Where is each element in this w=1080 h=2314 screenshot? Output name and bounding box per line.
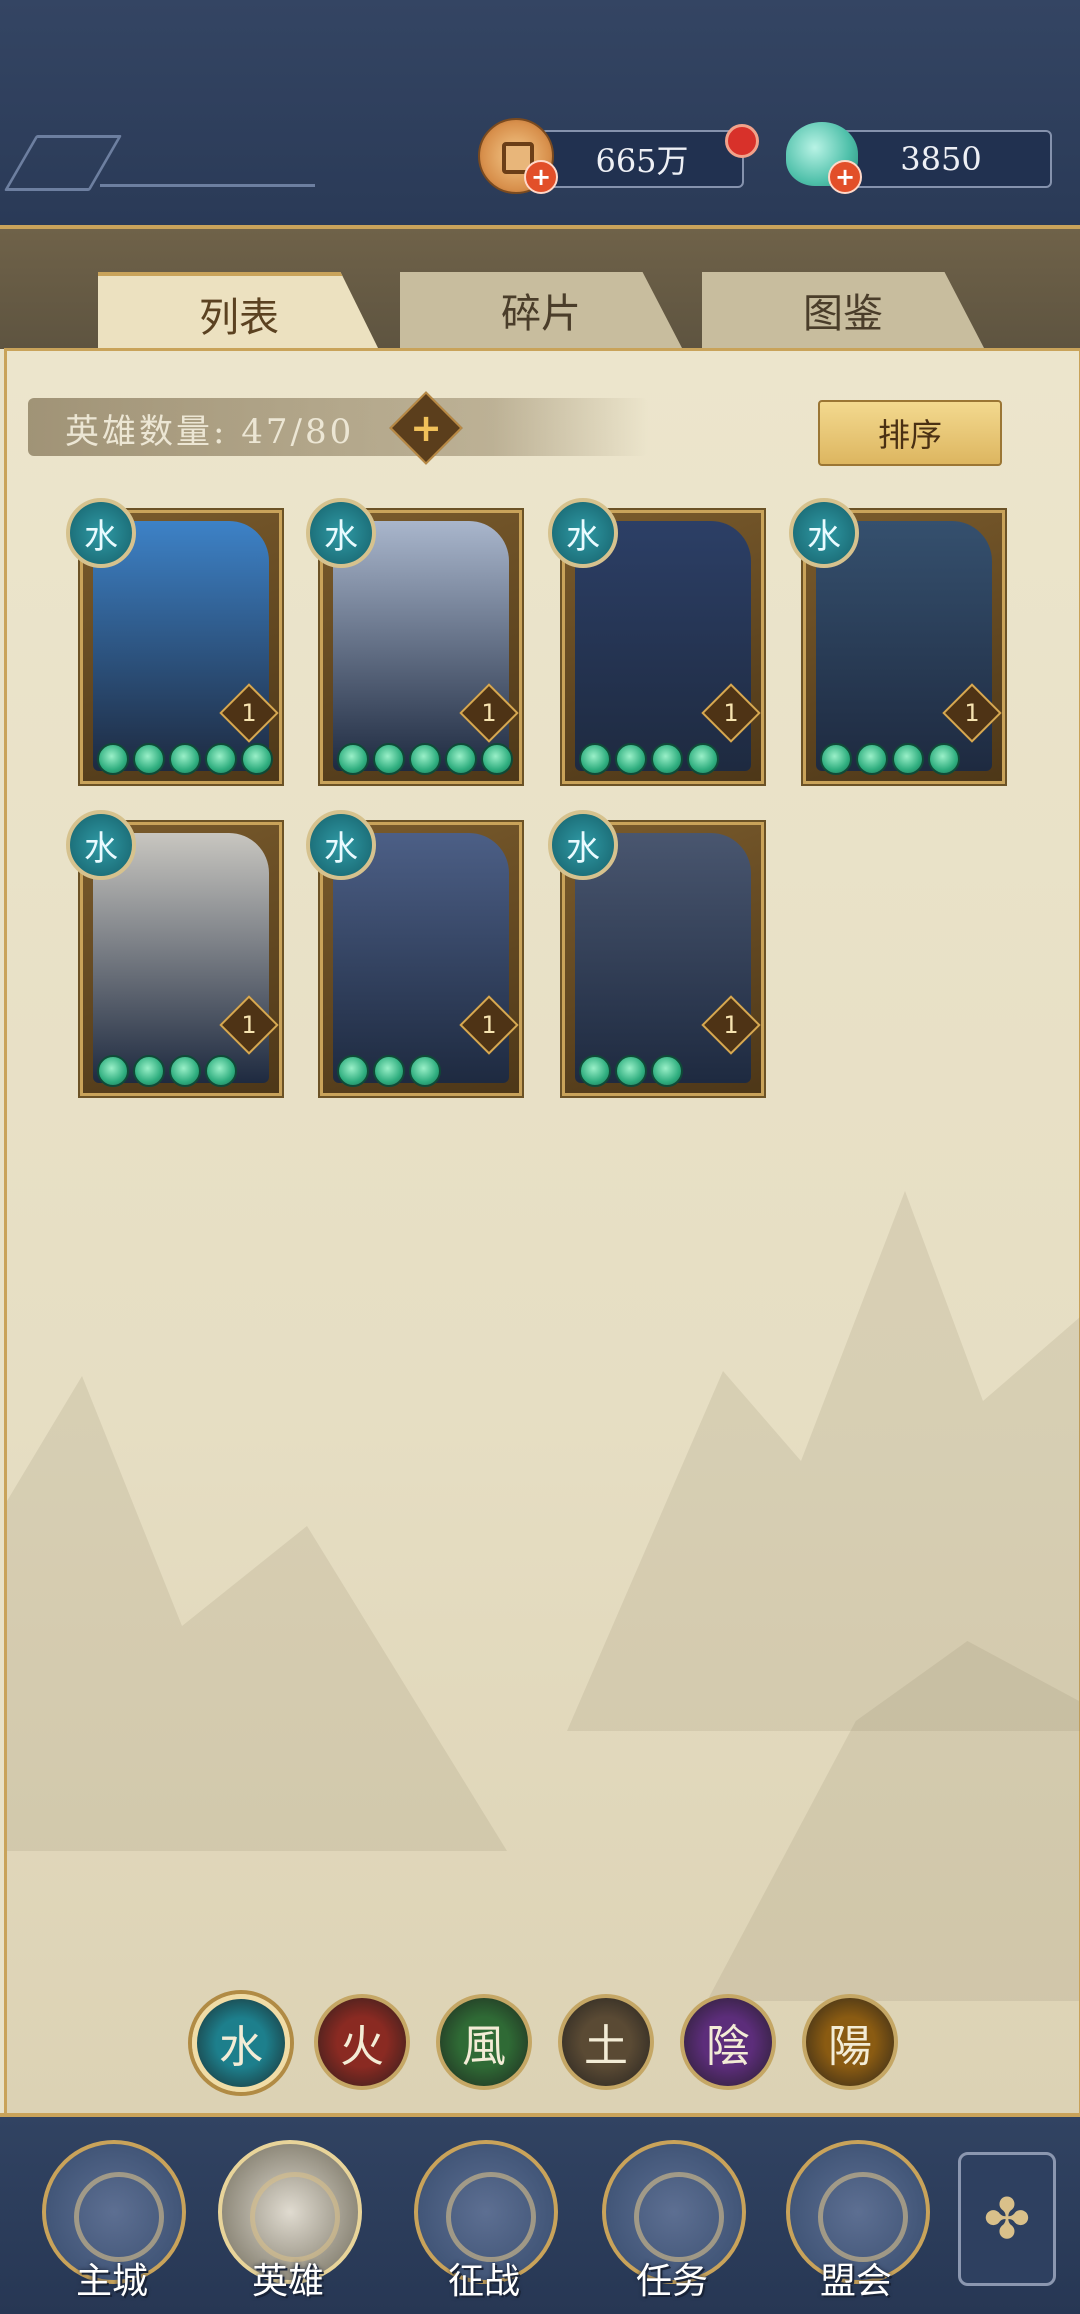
- star-icon: [892, 743, 924, 775]
- tab-collection[interactable]: 图鉴: [702, 272, 984, 348]
- star-icon: [373, 743, 405, 775]
- nav-label: 任务: [635, 2261, 708, 2302]
- hero-count: 英雄数量: 47/80: [65, 404, 354, 453]
- add-coins-button[interactable]: +: [524, 160, 558, 194]
- tab-list-label: 列表: [199, 295, 279, 341]
- nav-label: 盟会: [819, 2261, 892, 2302]
- nav-alliance-pavilion[interactable]: 盟会: [786, 2140, 930, 2302]
- star-icon: [445, 743, 477, 775]
- star-icon: [651, 743, 683, 775]
- hero-level: 1: [481, 1011, 497, 1039]
- top-bar: 665万 + 3850 +: [0, 0, 1080, 229]
- element-filter-3[interactable]: 風: [436, 1994, 532, 2090]
- star-icon: [97, 1055, 129, 1087]
- hero-count-value: 47/80: [241, 412, 355, 452]
- nav-city-gate[interactable]: 主城: [42, 2140, 186, 2302]
- star-icon: [820, 743, 852, 775]
- water-element-icon: 水: [66, 498, 136, 568]
- notification-dot: [725, 124, 759, 158]
- nav-label: 征战: [447, 2261, 520, 2302]
- star-rating: [579, 1055, 683, 1087]
- ornament-line: [100, 184, 315, 187]
- star-icon: [928, 743, 960, 775]
- star-rating: [579, 743, 719, 775]
- element-filter-1[interactable]: 水: [192, 1994, 290, 2092]
- star-icon: [133, 1055, 165, 1087]
- coins-display[interactable]: 665万: [540, 130, 744, 188]
- tab-list[interactable]: 列表: [98, 272, 380, 352]
- star-rating: [337, 1055, 441, 1087]
- star-rating: [97, 743, 273, 775]
- star-icon: [409, 1055, 441, 1087]
- element-filter-2[interactable]: 火: [314, 1994, 410, 2090]
- hero-level: 1: [723, 1011, 739, 1039]
- star-icon: [481, 743, 513, 775]
- star-rating: [97, 1055, 237, 1087]
- mountain-decoration: [7, 1376, 507, 1851]
- menu-flower-icon[interactable]: ✤: [958, 2152, 1056, 2286]
- star-icon: [579, 1055, 611, 1087]
- nav-task-scroll[interactable]: 任务: [602, 2140, 746, 2302]
- star-icon: [337, 1055, 369, 1087]
- star-icon: [205, 1055, 237, 1087]
- mountain-decoration: [567, 1191, 1080, 1731]
- add-gems-button[interactable]: +: [828, 160, 862, 194]
- tab-collection-label: 图鉴: [803, 291, 883, 337]
- ornament-icon: [3, 135, 123, 191]
- nav-label: 主城: [75, 2261, 148, 2302]
- star-icon: [205, 743, 237, 775]
- star-icon: [169, 743, 201, 775]
- water-element-icon: 水: [306, 810, 376, 880]
- element-filter-6[interactable]: 陽: [802, 1994, 898, 2090]
- hero-level: 1: [964, 699, 980, 727]
- plus-icon: +: [410, 406, 442, 450]
- gems-value: 3850: [900, 140, 982, 178]
- nav-battle[interactable]: 征战: [414, 2140, 558, 2302]
- water-element-icon: 水: [306, 498, 376, 568]
- element-filter-5[interactable]: 陰: [680, 1994, 776, 2090]
- sort-button[interactable]: 排序: [818, 400, 1002, 466]
- water-element-icon: 水: [789, 498, 859, 568]
- star-icon: [651, 1055, 683, 1087]
- star-icon: [241, 743, 273, 775]
- star-rating: [337, 743, 513, 775]
- star-icon: [169, 1055, 201, 1087]
- star-icon: [373, 1055, 405, 1087]
- hero-count-label: 英雄数量:: [65, 412, 228, 452]
- star-icon: [409, 743, 441, 775]
- water-element-icon: 水: [548, 810, 618, 880]
- nav-hero-portrait[interactable]: 英雄: [218, 2140, 362, 2302]
- hero-level: 1: [241, 1011, 257, 1039]
- star-icon: [615, 743, 647, 775]
- star-rating: [820, 743, 960, 775]
- hero-level: 1: [481, 699, 497, 727]
- star-icon: [97, 743, 129, 775]
- star-icon: [337, 743, 369, 775]
- tab-fragments[interactable]: 碎片: [400, 272, 682, 348]
- hero-level: 1: [723, 699, 739, 727]
- sort-button-label: 排序: [877, 416, 942, 454]
- water-element-icon: 水: [66, 810, 136, 880]
- coins-value: 665万: [595, 142, 689, 180]
- element-filter-4[interactable]: 土: [558, 1994, 654, 2090]
- star-icon: [579, 743, 611, 775]
- gems-display[interactable]: 3850: [830, 130, 1052, 188]
- water-element-icon: 水: [548, 498, 618, 568]
- star-icon: [856, 743, 888, 775]
- hero-level: 1: [241, 699, 257, 727]
- star-icon: [615, 1055, 647, 1087]
- nav-label: 英雄: [251, 2261, 324, 2302]
- tab-fragments-label: 碎片: [501, 291, 581, 337]
- star-icon: [687, 743, 719, 775]
- star-icon: [133, 743, 165, 775]
